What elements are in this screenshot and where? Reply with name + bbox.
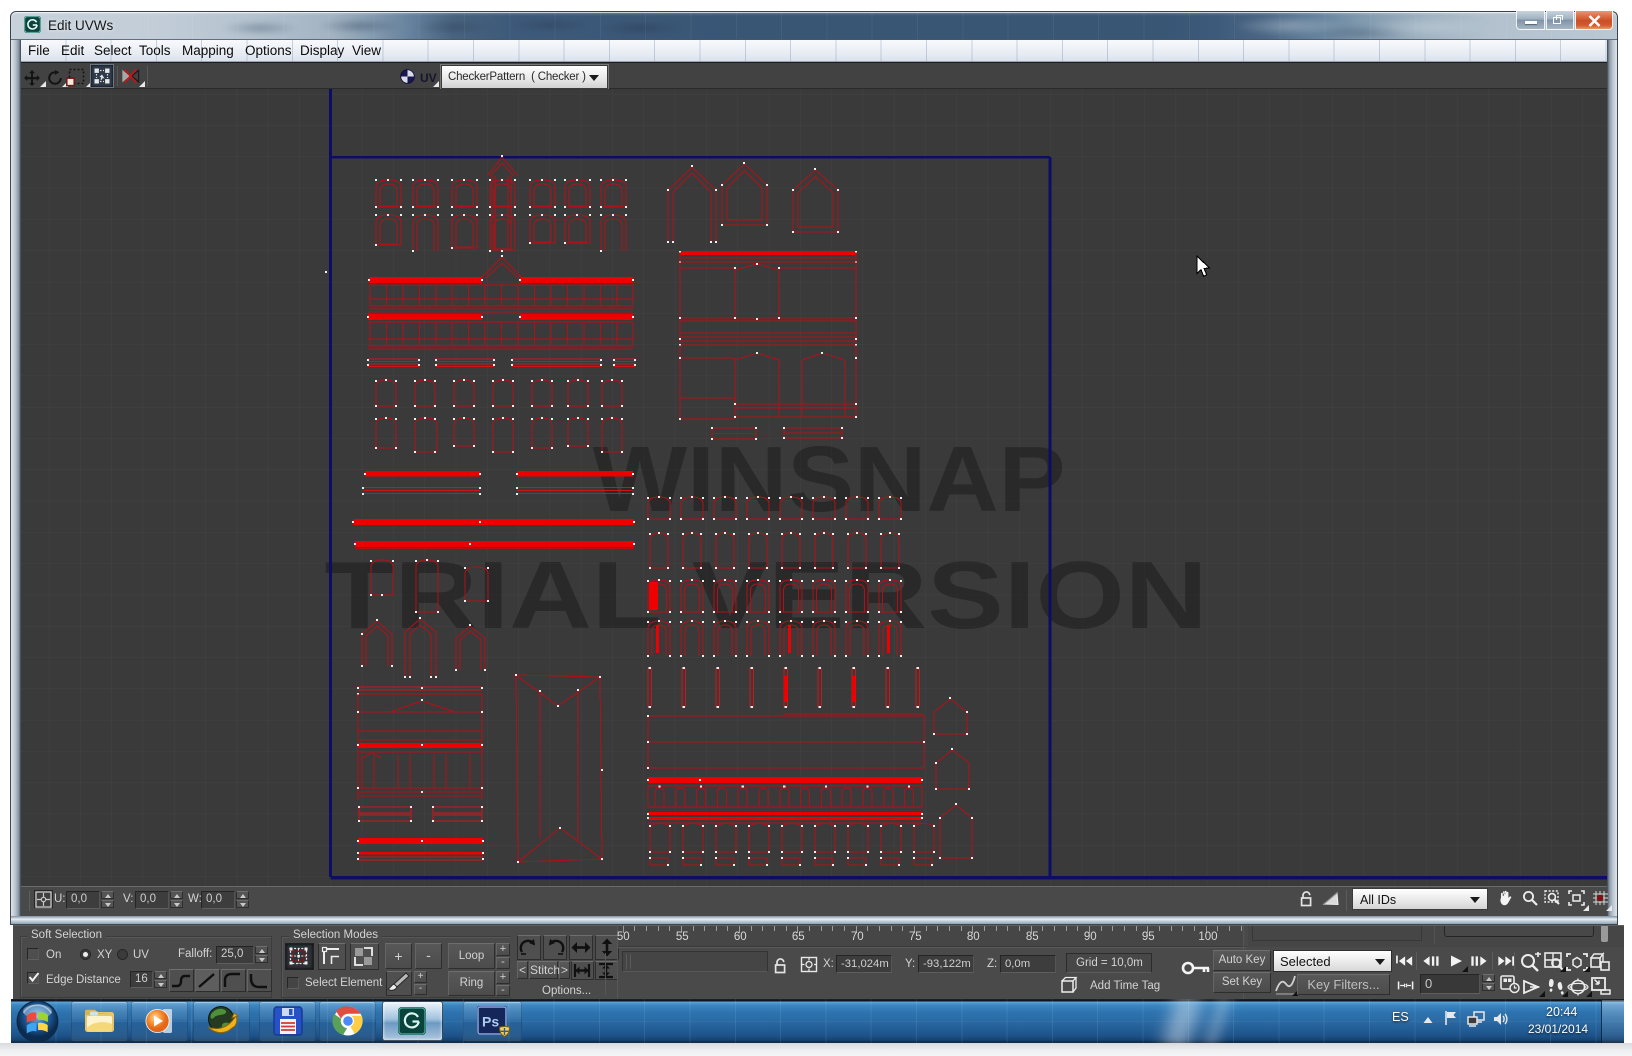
svg-text:Ps: Ps: [482, 1014, 499, 1030]
svg-text:WINSNAP: WINSNAP: [593, 427, 1066, 531]
